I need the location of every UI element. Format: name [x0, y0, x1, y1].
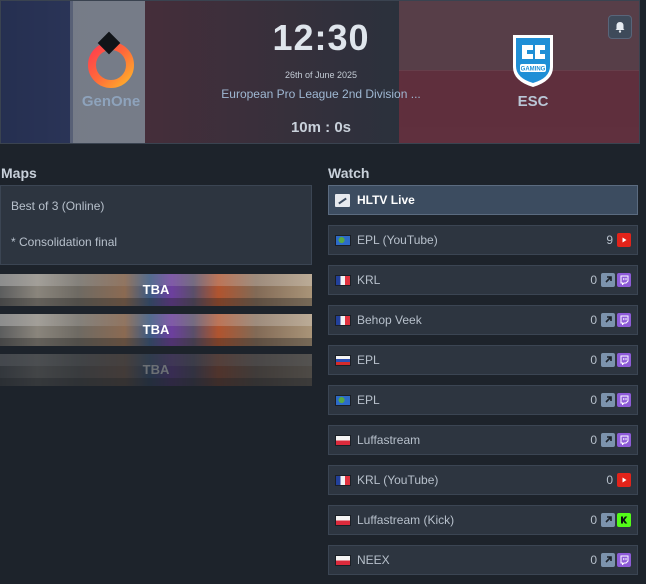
stream-viewers: 0 [590, 313, 597, 327]
maps-format: Best of 3 (Online) [11, 199, 105, 213]
external-link-icon[interactable] [601, 313, 615, 327]
twitch-icon[interactable] [617, 553, 631, 567]
stream-row[interactable]: Luffastream 0 [328, 425, 638, 455]
stream-viewers: 0 [590, 393, 597, 407]
stream-viewers: 0 [590, 433, 597, 447]
external-link-icon[interactable] [601, 433, 615, 447]
stream-name: KRL [357, 273, 381, 287]
maps-note: * Consolidation final [11, 235, 118, 249]
flag-fr-icon [335, 274, 351, 286]
map-banner[interactable]: TBA [0, 354, 312, 386]
maps-info-box: Best of 3 (Online) * Consolidation final [0, 185, 312, 265]
team-right-name: ESC [517, 93, 549, 110]
map-banner[interactable]: TBA [0, 314, 312, 346]
flag-world-icon [335, 234, 351, 246]
map-name: TBA [142, 362, 170, 377]
stream-name: KRL (YouTube) [357, 473, 439, 487]
esc-logo: GAMING [513, 35, 553, 87]
flag-pl-icon [335, 554, 351, 566]
stream-viewers: 0 [590, 353, 597, 367]
flag-world-icon [335, 394, 351, 406]
youtube-icon[interactable] [617, 233, 631, 247]
genone-logo [88, 31, 134, 88]
stream-name: EPL [357, 393, 380, 407]
twitch-icon[interactable] [617, 273, 631, 287]
stream-icons [601, 353, 633, 367]
stream-icons [601, 553, 633, 567]
hltv-live-button[interactable]: HLTV Live [328, 185, 638, 215]
stream-row[interactable]: KRL (YouTube) 0 [328, 465, 638, 495]
flag-fr-icon [335, 474, 351, 486]
match-countdown: 10m : 0s [290, 119, 352, 136]
team-left[interactable]: GenOne [71, 31, 151, 110]
match-header: GenOne 12:30 26th of June 2025 European … [0, 0, 640, 144]
stream-viewers: 0 [606, 473, 613, 487]
stream-name: Luffastream (Kick) [357, 513, 455, 527]
flag-ru-icon [335, 354, 351, 366]
stream-row[interactable]: EPL (YouTube) 9 [328, 225, 638, 255]
flag-fr-icon [335, 314, 351, 326]
map-banner[interactable]: TBA [0, 274, 312, 306]
stream-viewers: 0 [590, 513, 597, 527]
notification-button[interactable] [608, 15, 632, 39]
event-link[interactable]: European Pro League 2nd Division ... [206, 87, 436, 101]
stream-name: Behop Veek [357, 313, 422, 327]
stream-viewers: 9 [606, 233, 613, 247]
esc-logo-text: GAMING [521, 67, 546, 73]
stream-name: EPL (YouTube) [357, 233, 438, 247]
stream-row[interactable]: Behop Veek 0 [328, 305, 638, 335]
maps-title: Maps [1, 165, 37, 181]
external-link-icon[interactable] [601, 553, 615, 567]
youtube-icon[interactable] [617, 473, 631, 487]
twitch-icon[interactable] [617, 353, 631, 367]
external-link-icon[interactable] [601, 393, 615, 407]
stream-name: EPL [357, 353, 380, 367]
hltv-live-label: HLTV Live [357, 193, 415, 207]
stream-row[interactable]: KRL 0 [328, 265, 638, 295]
stream-icons [601, 513, 633, 527]
match-date: 26th of June 2025 [284, 70, 358, 80]
kick-icon[interactable] [617, 513, 631, 527]
stream-icons [601, 273, 633, 287]
external-link-icon[interactable] [601, 273, 615, 287]
team-left-name: GenOne [81, 93, 141, 110]
stream-icons [617, 473, 633, 487]
twitch-icon[interactable] [617, 313, 631, 327]
stream-viewers: 0 [590, 273, 597, 287]
external-link-icon[interactable] [601, 353, 615, 367]
stream-row[interactable]: Luffastream (Kick) 0 [328, 505, 638, 535]
external-link-icon[interactable] [601, 513, 615, 527]
map-name: TBA [142, 322, 170, 337]
stream-icons [601, 393, 633, 407]
stream-name: Luffastream [357, 433, 421, 447]
team-right[interactable]: GAMING ESC [493, 31, 573, 110]
twitch-icon[interactable] [617, 433, 631, 447]
stream-icons [601, 313, 633, 327]
stream-viewers: 0 [590, 553, 597, 567]
bell-icon [615, 22, 625, 33]
watch-title: Watch [328, 165, 370, 181]
twitch-icon[interactable] [617, 393, 631, 407]
stream-name: NEEX [357, 553, 390, 567]
hltv-logo-icon [335, 193, 350, 207]
flag-pl-icon [335, 514, 351, 526]
stream-row[interactable]: EPL 0 [328, 345, 638, 375]
stream-row[interactable]: EPL 0 [328, 385, 638, 415]
flag-pl-icon [335, 434, 351, 446]
stream-icons [601, 433, 633, 447]
map-name: TBA [142, 282, 170, 297]
stream-icons [617, 233, 633, 247]
match-time: 12:30 [272, 17, 370, 58]
stream-row[interactable]: NEEX 0 [328, 545, 638, 575]
